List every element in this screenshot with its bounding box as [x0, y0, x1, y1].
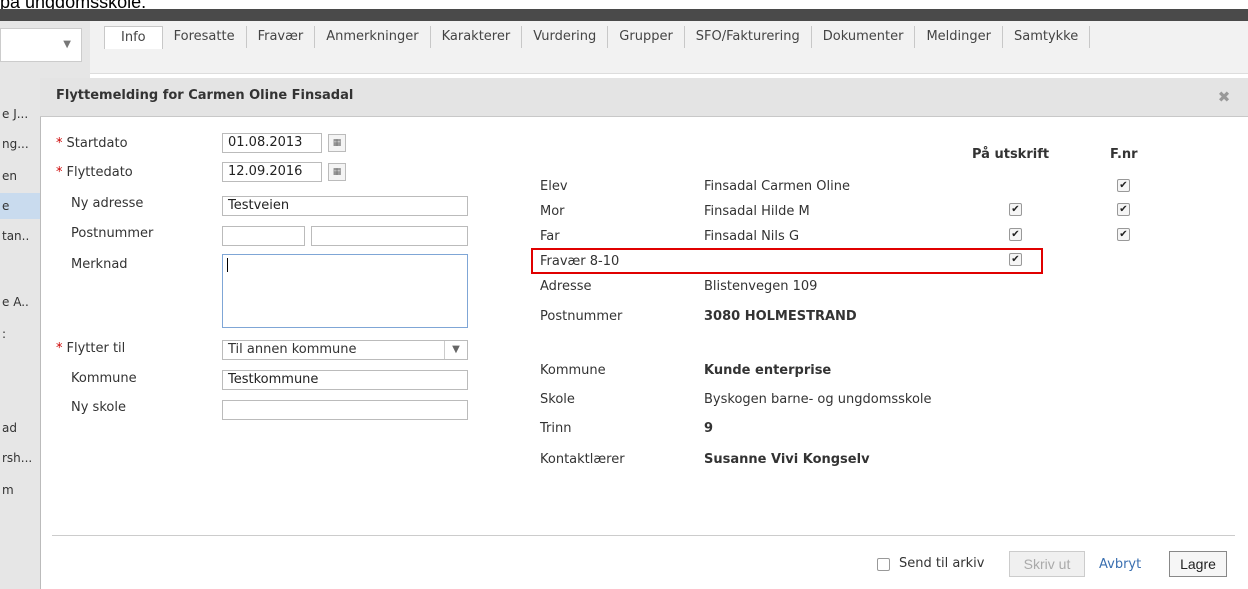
ny-skole-label: Ny skole	[71, 400, 126, 415]
checkbox-checked-icon[interactable]: ✔	[1009, 203, 1022, 216]
cancel-link[interactable]: Avbryt	[1099, 557, 1141, 572]
tab-anmerkninger[interactable]: Anmerkninger	[315, 26, 431, 48]
postnummer-label: Postnummer	[71, 226, 154, 241]
flytter-til-select[interactable]: Til annen kommune ▼	[222, 340, 468, 360]
info-value-kommune: Kunde enterprise	[704, 363, 832, 378]
checkbox-checked-icon[interactable]: ✔	[1117, 203, 1130, 216]
tab-dokumenter[interactable]: Dokumenter	[812, 26, 916, 48]
info-label-mor: Mor	[540, 204, 565, 219]
left-list-item[interactable]: e J...	[0, 101, 42, 127]
checkbox-checked-icon[interactable]: ✔	[1117, 228, 1130, 241]
top-bar	[0, 9, 1248, 21]
left-list-item[interactable]: tan..	[0, 223, 42, 249]
merknad-label: Merknad	[71, 257, 128, 272]
tab-karakterer[interactable]: Karakterer	[431, 26, 523, 48]
highlight-box	[531, 248, 1043, 274]
info-value-elev: Finsadal Carmen Oline	[704, 179, 850, 194]
flytter-til-value: Til annen kommune	[228, 342, 357, 357]
ny-adresse-label: Ny adresse	[71, 196, 144, 211]
left-list-item[interactable]: ng...	[0, 131, 42, 157]
chevron-down-icon: ▼	[444, 341, 467, 359]
info-label-elev: Elev	[540, 179, 568, 194]
info-value-postnummer: 3080 HOLMESTRAND	[704, 309, 857, 324]
kommune-label: Kommune	[71, 371, 137, 386]
footer-divider	[52, 535, 1235, 536]
info-value-kontaktlaerer: Susanne Vivi Kongselv	[704, 452, 870, 467]
info-value-skole: Byskogen barne- og ungdomsskole	[704, 392, 932, 407]
left-list-item[interactable]: m	[0, 477, 42, 503]
info-label-skole: Skole	[540, 392, 575, 407]
ny-skole-field[interactable]	[222, 400, 468, 420]
info-label-trinn: Trinn	[540, 421, 572, 436]
left-list-item[interactable]: rsh...	[0, 445, 42, 471]
left-list-item[interactable]: en	[0, 163, 42, 189]
left-dropdown[interactable]: ▼	[0, 28, 82, 62]
info-value-trinn: 9	[704, 421, 714, 436]
col-header-fnr: F.nr	[1110, 147, 1138, 162]
info-label-kommune: Kommune	[540, 363, 606, 378]
left-list-item[interactable]: e A..	[0, 289, 42, 315]
chevron-down-icon: ▼	[63, 39, 71, 50]
flyttedato-label: * Flyttedato	[56, 165, 133, 180]
info-value-mor: Finsadal Hilde M	[704, 204, 810, 219]
calendar-icon[interactable]: ▦	[328, 163, 346, 181]
print-button[interactable]: Skriv ut	[1009, 551, 1085, 577]
col-header-utskrift: På utskrift	[972, 147, 1050, 162]
tab-meldinger[interactable]: Meldinger	[915, 26, 1003, 48]
postnummer-field[interactable]	[222, 226, 305, 246]
startdato-field[interactable]: 01.08.2013	[222, 133, 322, 153]
save-button[interactable]: Lagre	[1169, 551, 1227, 577]
checkbox-checked-icon[interactable]: ✔	[1009, 228, 1022, 241]
tab-foresatte[interactable]: Foresatte	[163, 26, 247, 48]
info-value-adresse: Blistenvegen 109	[704, 279, 818, 294]
info-label-kontaktlaerer: Kontaktlærer	[540, 452, 625, 467]
tab-grupper[interactable]: Grupper	[608, 26, 685, 48]
flytter-til-label: * Flytter til	[56, 341, 126, 356]
send-arkiv-checkbox[interactable]	[877, 558, 890, 571]
dialog	[40, 78, 1248, 589]
tab-samtykke[interactable]: Samtykke	[1003, 26, 1091, 48]
merknad-textarea[interactable]	[222, 254, 468, 328]
send-arkiv-label: Send til arkiv	[899, 556, 985, 571]
tab-list: Info Foresatte Fravær Anmerkninger Karak…	[104, 26, 1091, 49]
checkbox-checked-icon[interactable]: ✔	[1117, 179, 1130, 192]
startdato-label: * Startdato	[56, 136, 128, 151]
tab-vurdering[interactable]: Vurdering	[522, 26, 609, 48]
info-label-postnummer: Postnummer	[540, 309, 623, 324]
left-list-item-selected[interactable]: e	[0, 193, 42, 219]
tab-info[interactable]: Info	[104, 26, 163, 49]
info-value-far: Finsadal Nils G	[704, 229, 800, 244]
info-label-adresse: Adresse	[540, 279, 592, 294]
flyttedato-field[interactable]: 12.09.2016	[222, 162, 322, 182]
tab-sfo-fakturering[interactable]: SFO/Fakturering	[685, 26, 812, 48]
info-label-far: Far	[540, 229, 560, 244]
calendar-icon[interactable]: ▦	[328, 134, 346, 152]
left-list-item[interactable]: ad	[0, 415, 42, 441]
left-list-item[interactable]: :	[0, 321, 42, 347]
close-icon[interactable]: ✖	[1214, 88, 1234, 106]
kommune-field[interactable]: Testkommune	[222, 370, 468, 390]
ny-adresse-field[interactable]: Testveien	[222, 196, 468, 216]
text-caret	[227, 258, 228, 272]
poststed-field[interactable]	[311, 226, 468, 246]
dialog-title: Flyttemelding for Carmen Oline Finsadal	[56, 88, 354, 103]
tab-fravaer[interactable]: Fravær	[247, 26, 316, 48]
